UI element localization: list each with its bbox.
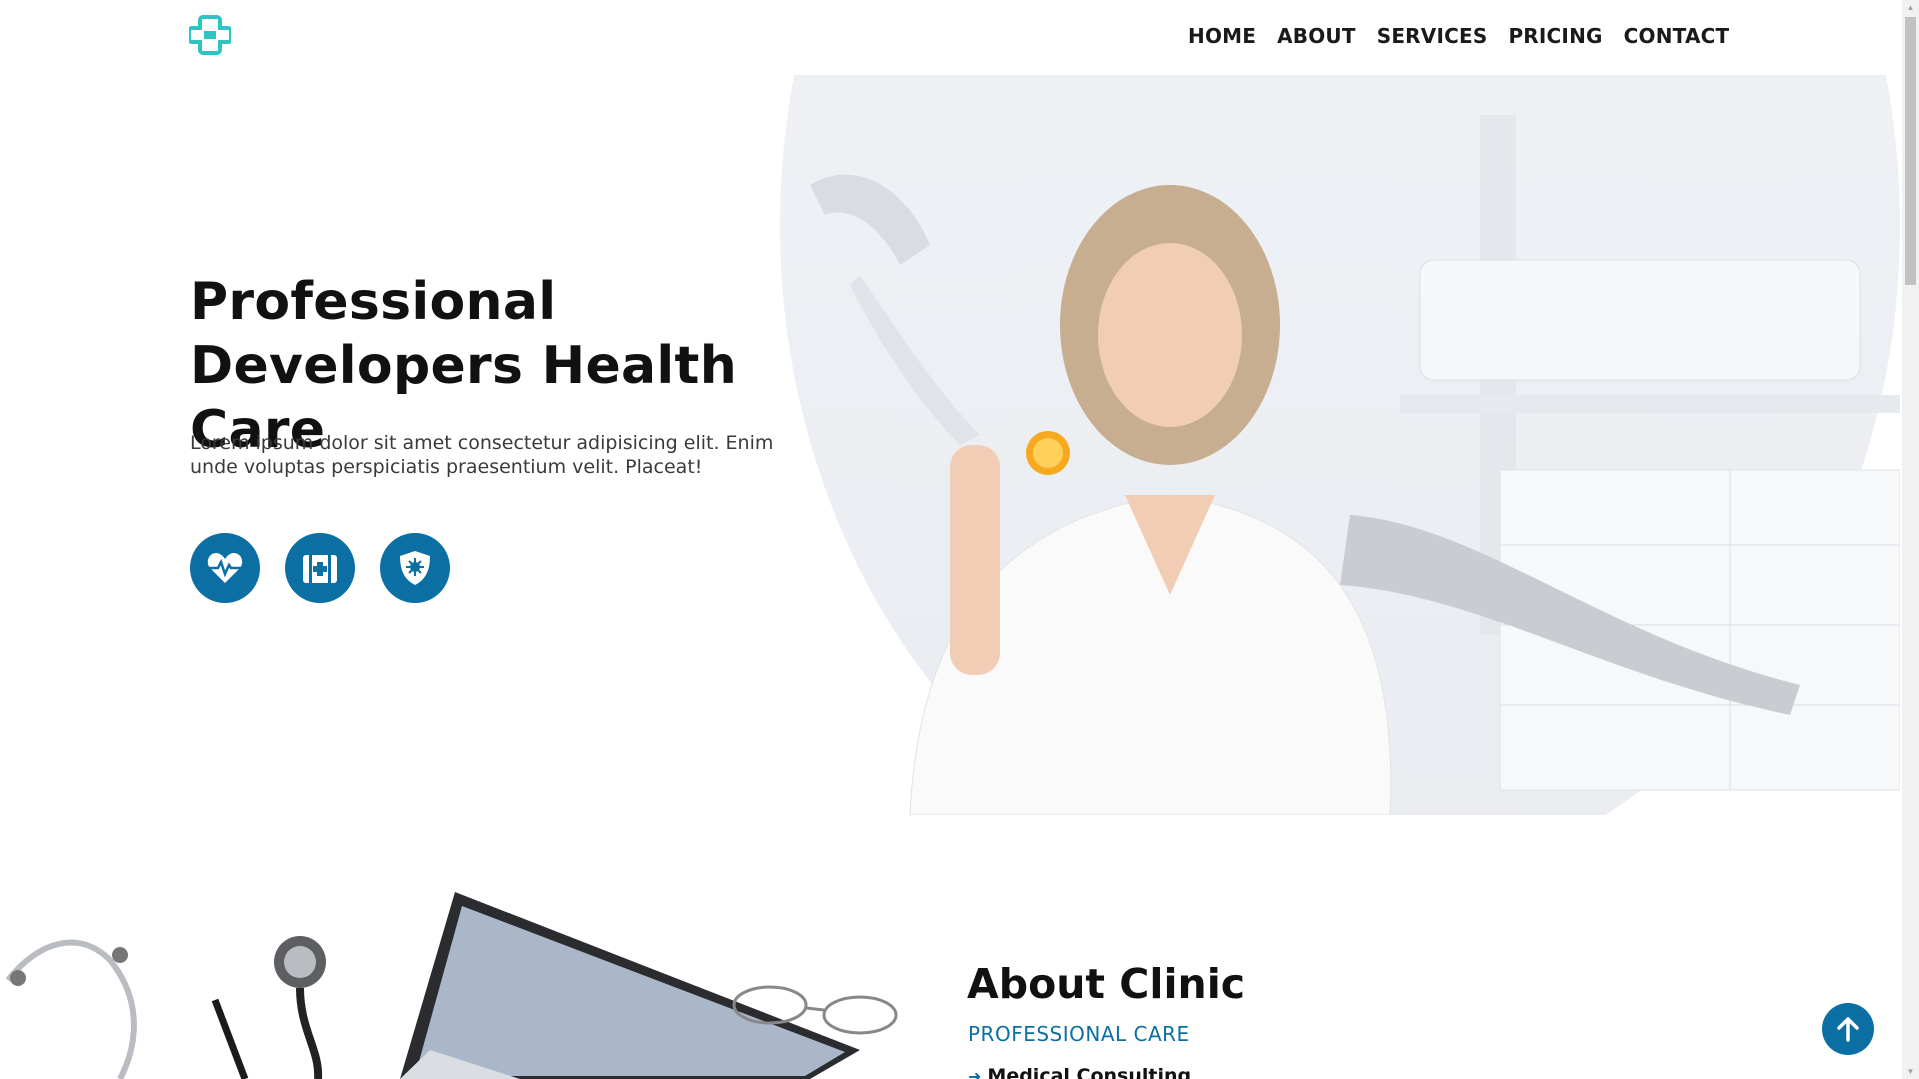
- main-nav: HOME ABOUT SERVICES PRICING CONTACT: [1188, 24, 1729, 48]
- hero-image: [780, 75, 1900, 815]
- nav-contact[interactable]: CONTACT: [1624, 24, 1730, 48]
- heart-pulse-icon: [207, 553, 243, 583]
- heart-pulse-button[interactable]: [190, 533, 260, 603]
- nav-pricing[interactable]: PRICING: [1508, 24, 1602, 48]
- logo[interactable]: [187, 14, 233, 56]
- scroll-down-arrow-icon[interactable]: ▼: [1906, 1067, 1915, 1076]
- about-image: [0, 880, 940, 1079]
- scroll-top-button[interactable]: [1822, 1003, 1874, 1055]
- first-aid-kit-icon: [303, 555, 337, 583]
- medical-cross-icon: [187, 15, 233, 55]
- feature-icons: [190, 533, 450, 603]
- page-scrollbar[interactable]: ▲ ▼: [1902, 0, 1919, 1079]
- first-aid-kit-button[interactable]: [285, 533, 355, 603]
- nav-services[interactable]: SERVICES: [1377, 24, 1488, 48]
- shield-virus-button[interactable]: [380, 533, 450, 603]
- about-list-item: ➜ Medical Consulting: [968, 1065, 1191, 1079]
- about-item-label: Medical Consulting: [987, 1065, 1192, 1079]
- nav-home[interactable]: HOME: [1188, 24, 1256, 48]
- about-subtitle: PROFESSIONAL CARE: [968, 1022, 1190, 1046]
- about-title: About Clinic: [967, 960, 1246, 1008]
- arrow-right-icon: ➜: [968, 1066, 982, 1079]
- hero-description: Lorem ipsum dolor sit amet consectetur a…: [190, 432, 774, 478]
- scrollbar-thumb[interactable]: [1905, 17, 1916, 285]
- arrow-up-icon: [1837, 1017, 1859, 1042]
- scroll-up-arrow-icon[interactable]: ▲: [1906, 3, 1915, 12]
- shield-virus-icon: [400, 551, 430, 585]
- nav-about[interactable]: ABOUT: [1277, 24, 1356, 48]
